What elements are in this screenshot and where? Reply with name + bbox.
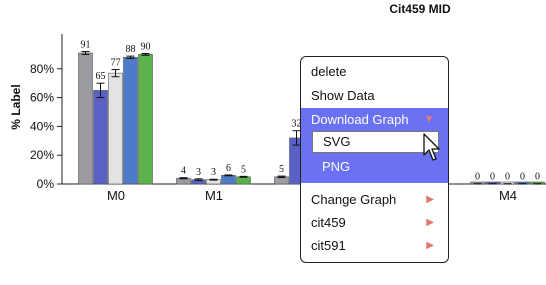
menu-item-delete[interactable]: delete (301, 61, 448, 83)
bar-value-label: 88 (126, 44, 136, 55)
x-category-label: M0 (107, 188, 125, 203)
y-tick-label: 80% (30, 62, 54, 76)
bar-value-label: 65 (96, 71, 106, 82)
menu-item-cit591-label: cit591 (311, 238, 346, 253)
bar-value-label: 6 (226, 163, 231, 174)
menu-item-download-graph[interactable]: Download Graph ▼ (301, 109, 448, 131)
chevron-right-icon: ▶ (426, 240, 434, 251)
bar (221, 175, 236, 185)
menu-item-delete-label: delete (311, 64, 347, 79)
bar (108, 72, 123, 185)
y-tick-label: 20% (30, 148, 54, 162)
chevron-down-icon: ▼ (424, 114, 434, 125)
menu-item-png[interactable]: PNG (312, 156, 439, 178)
menu-item-cit459[interactable]: cit459 ▶ (301, 212, 448, 234)
bar (138, 54, 153, 185)
menu-item-svg-label: SVG (323, 134, 351, 149)
bar-value-label: 5 (279, 164, 284, 175)
chevron-right-icon: ▶ (426, 217, 434, 228)
menu-item-show-data[interactable]: Show Data (301, 85, 448, 107)
bar-value-label: 4 (181, 166, 186, 177)
bar-value-label: 5 (241, 164, 246, 175)
bar-value-label: 0 (475, 172, 480, 183)
x-category-label: M4 (499, 188, 517, 203)
x-category-label: M1 (205, 188, 223, 203)
bar-chart: 0%20%40%60%80%91657788 90M04 3 3 6 5M15320 0 0 0… (30, 34, 546, 203)
menu-item-png-label: PNG (322, 159, 351, 174)
menu-item-download-graph-label: Download Graph (311, 112, 409, 127)
bar-value-label: 91 (81, 40, 91, 51)
menu-item-svg[interactable]: SVG (312, 131, 439, 153)
bar-value-label: 77 (111, 58, 121, 69)
bar-value-label: 90 (141, 42, 151, 53)
bar (93, 90, 108, 185)
bar-value-label: 0 (520, 172, 525, 183)
y-tick-label: 60% (30, 91, 54, 105)
bar (236, 176, 251, 185)
mouse-cursor-icon (423, 133, 440, 161)
y-tick-label: 40% (30, 119, 54, 133)
menu-item-change-graph[interactable]: Change Graph ▶ (301, 189, 448, 211)
bar-value-label: 0 (490, 172, 495, 183)
chart-area: Cit459 MID % Label 0% 20% 40% 60% 80% 91 65 77 8… (0, 0, 546, 285)
menu-item-show-data-label: Show Data (311, 88, 375, 103)
menu-item-cit591[interactable]: cit591 ▶ (301, 235, 448, 257)
bar-value-label: 0 (535, 172, 540, 183)
menu-item-change-graph-label: Change Graph (311, 192, 397, 207)
bar-value-label: 3 (211, 167, 216, 178)
chevron-right-icon: ▶ (426, 194, 434, 205)
bar (123, 56, 138, 185)
menu-item-cit459-label: cit459 (311, 215, 346, 230)
bar-value-label: 3 (196, 167, 201, 178)
bar-value-label: 0 (505, 172, 510, 183)
bar (78, 52, 93, 185)
y-tick-label: 0% (37, 177, 55, 191)
